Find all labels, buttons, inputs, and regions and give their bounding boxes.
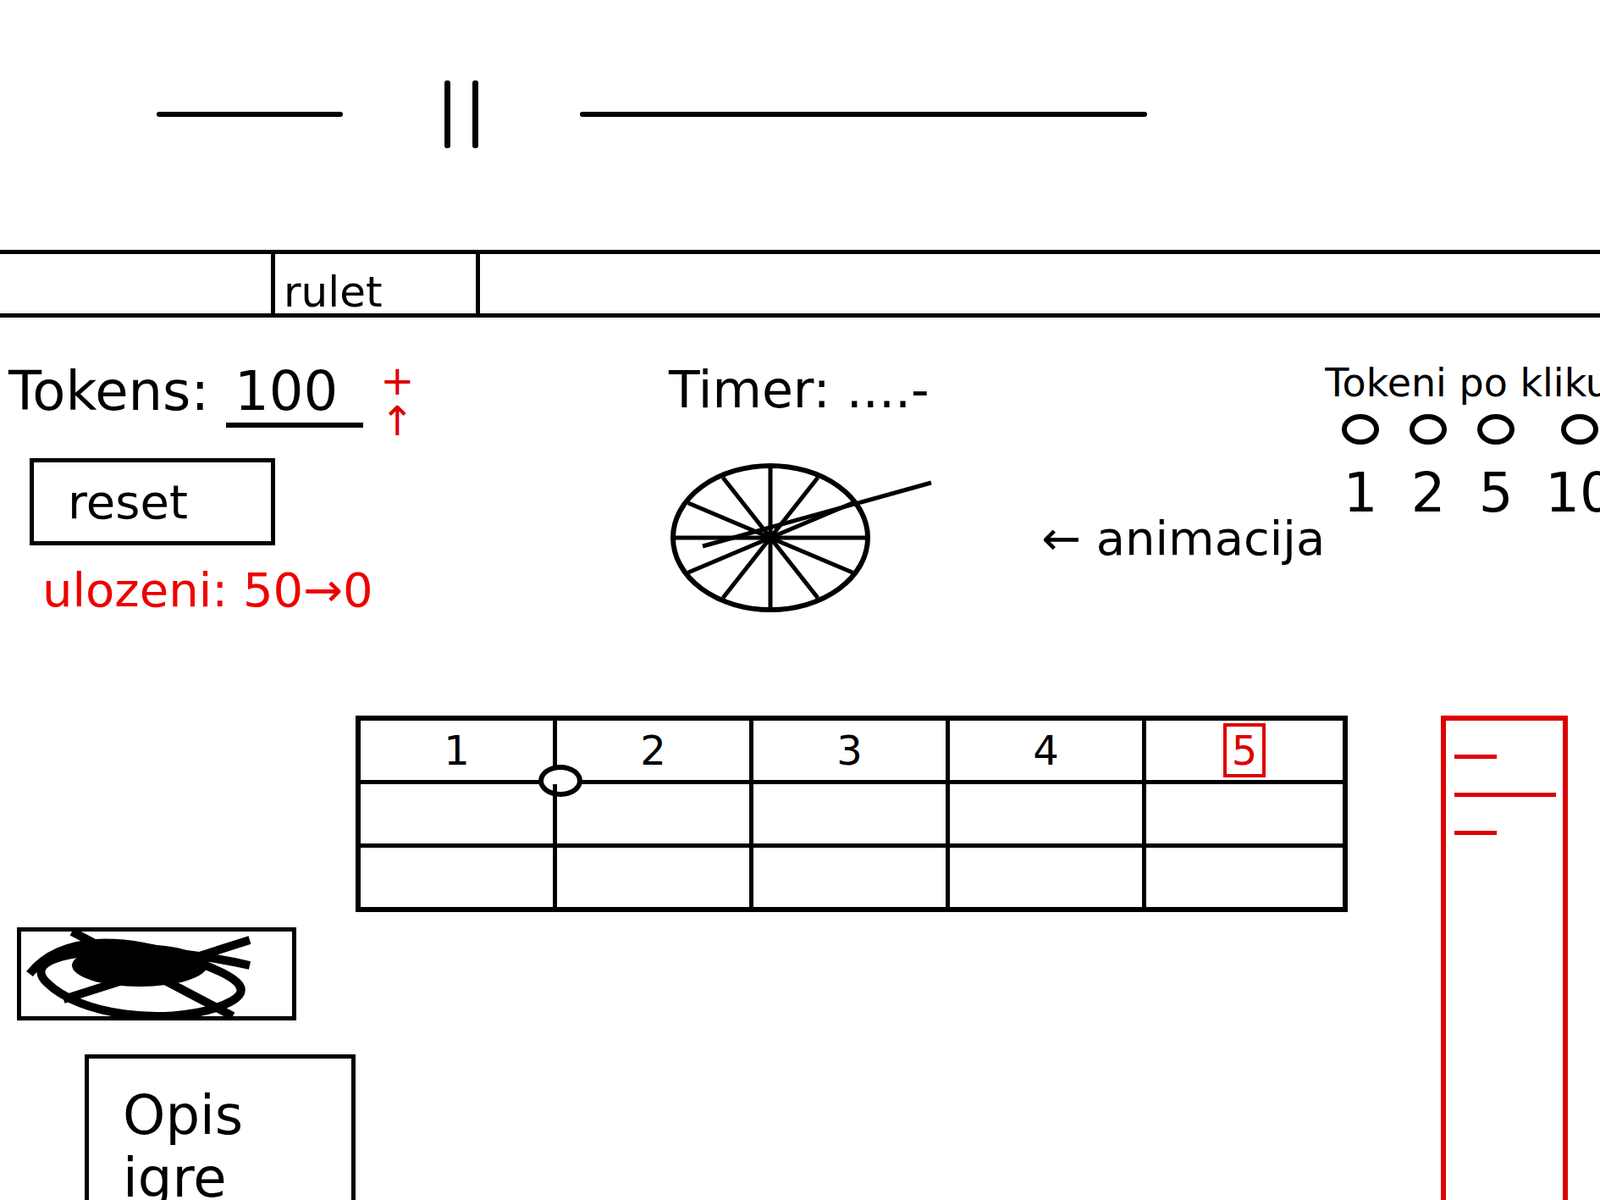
chip-list: 125 10 — [1324, 413, 1600, 525]
chip[interactable]: 2 — [1409, 413, 1447, 525]
board-cell[interactable] — [949, 783, 1147, 848]
timer: Timer: ....- — [668, 359, 1325, 420]
animation-label: animacija — [1096, 510, 1325, 566]
main-area: Tokens:100+↑resetulozeni: 50→0Timer: ...… — [0, 317, 1600, 674]
board-cell[interactable] — [753, 783, 950, 848]
chip[interactable]: 10 — [1544, 413, 1600, 525]
add-sign: + — [380, 359, 414, 401]
timer-value: ....- — [846, 359, 930, 420]
add-tokens[interactable]: +↑ — [380, 359, 414, 442]
placed-chip-icon — [538, 764, 583, 797]
side-panel — [1440, 715, 1568, 1200]
panel-line — [1454, 792, 1556, 797]
chip-value: 2 — [1411, 461, 1446, 525]
board-cell[interactable] — [360, 783, 558, 848]
reset-button[interactable]: reset — [29, 457, 276, 546]
tab-bar: rulet — [0, 249, 1600, 318]
bet-label: ulozeni: 50 — [42, 562, 304, 618]
board-cell[interactable] — [557, 783, 754, 848]
chips-panel: Tokeni po kliku: 125 10 — [1324, 359, 1600, 674]
board-cell[interactable]: 5 — [1146, 720, 1343, 784]
button-column: Opis igre — [0, 715, 356, 1200]
column-label: 2 — [640, 726, 667, 774]
chips-label: Tokeni po kliku: — [1324, 359, 1600, 406]
bet-display: ulozeni: 50→0 — [42, 562, 618, 618]
chip-value: 10 — [1544, 461, 1600, 525]
lower-area: Opis igre 1 2 3 4 5 — [0, 673, 1600, 1200]
board-cell[interactable] — [1146, 783, 1343, 848]
chip-value: 5 — [1478, 461, 1514, 525]
chip[interactable]: 1 — [1341, 413, 1380, 525]
column-label: 1 — [443, 726, 470, 774]
board-cell[interactable] — [949, 847, 1147, 907]
header-line — [156, 111, 343, 117]
bet-arrow: →0 — [303, 562, 374, 618]
chip-value: 1 — [1343, 461, 1379, 525]
roulette-wheel-icon — [668, 452, 940, 623]
pause-icon[interactable] — [444, 80, 479, 149]
tokens-display: Tokens:100+↑ — [8, 359, 618, 442]
board-cell[interactable]: 2 — [557, 720, 754, 784]
board-cell[interactable]: 1 — [360, 720, 558, 784]
describe-button[interactable]: Opis igre — [84, 1053, 356, 1200]
left-panel: Tokens:100+↑resetulozeni: 50→0 — [8, 359, 618, 674]
panel-line — [1454, 754, 1497, 759]
arrow-up-icon: ↑ — [380, 400, 414, 442]
board-cell[interactable] — [360, 847, 558, 907]
chip-icon — [1341, 413, 1380, 445]
board-cell[interactable]: 4 — [949, 720, 1147, 784]
arrow-left-icon: ← — [1041, 510, 1082, 566]
scribble-icon — [12, 914, 301, 1033]
animation-note: ← animacija — [1041, 510, 1325, 566]
chip-icon — [1477, 413, 1515, 445]
column-label: 4 — [1032, 726, 1060, 774]
crossed-out-button[interactable] — [16, 926, 297, 1021]
column-label: 5 — [1223, 722, 1267, 778]
board-cell[interactable] — [1146, 847, 1343, 907]
tokens-value: 100 — [226, 359, 364, 428]
board-cell[interactable] — [753, 847, 950, 907]
betting-board: 1 2 3 4 5 — [355, 715, 1348, 912]
tab[interactable]: rulet — [270, 253, 480, 314]
board-cell[interactable]: 3 — [753, 720, 950, 784]
tokens-label: Tokens: — [8, 359, 210, 423]
panel-line — [1454, 830, 1497, 835]
timer-label: Timer: — [668, 359, 831, 420]
chip-icon — [1561, 413, 1599, 445]
wheel-row: ← animacija — [668, 452, 1325, 623]
board-cell[interactable] — [557, 847, 754, 907]
chip[interactable]: 5 — [1477, 413, 1515, 525]
header-line — [579, 111, 1148, 117]
center-panel: Timer: ....- ← animacija — [617, 359, 1325, 674]
header-bar — [0, 0, 1600, 153]
column-label: 3 — [836, 726, 863, 774]
chip-icon — [1409, 413, 1447, 445]
reset-row: reset — [8, 457, 618, 546]
